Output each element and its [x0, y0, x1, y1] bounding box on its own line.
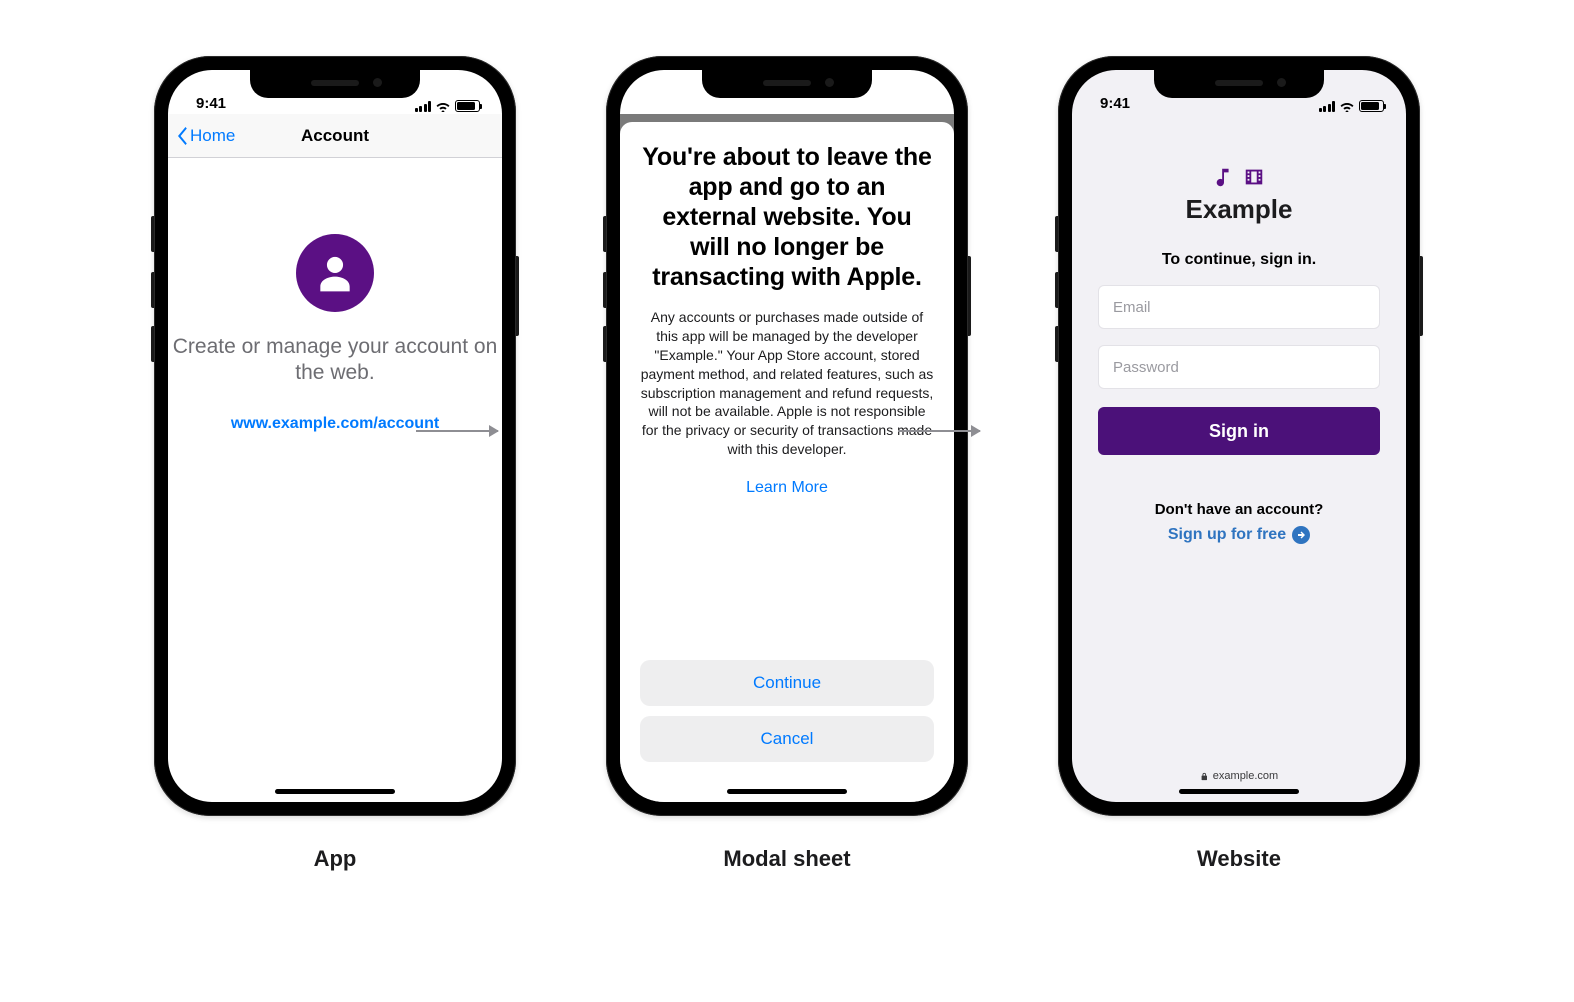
safari-url-bar[interactable]: example.com	[1200, 770, 1278, 782]
nav-title: Account	[301, 126, 369, 146]
back-button[interactable]: Home	[176, 114, 235, 157]
battery-icon	[907, 100, 932, 112]
account-link[interactable]: www.example.com/account	[231, 415, 439, 433]
phone-frame-website: 9:41 Example To continue, sign in. Email	[1058, 56, 1420, 816]
cellular-icon	[867, 101, 884, 112]
home-indicator[interactable]	[275, 789, 395, 794]
email-field[interactable]: Email	[1098, 285, 1380, 329]
continue-button[interactable]: Continue	[640, 660, 934, 706]
password-field[interactable]: Password	[1098, 345, 1380, 389]
phone-frame-modal: 9:41 You're about to leave the app and g…	[606, 56, 968, 816]
status-time: 9:41	[196, 95, 226, 112]
film-icon	[1243, 166, 1265, 188]
device-notch	[702, 70, 872, 98]
wifi-icon	[1339, 100, 1355, 112]
signup-link[interactable]: Sign up for free	[1168, 526, 1310, 544]
caption-modal: Modal sheet	[723, 846, 850, 872]
flow-arrow-icon	[898, 430, 980, 432]
wifi-icon	[887, 100, 903, 112]
brand-name: Example	[1186, 194, 1293, 225]
music-note-icon	[1213, 166, 1235, 188]
account-message: Create or manage your account on the web…	[168, 334, 502, 387]
battery-icon	[1359, 100, 1384, 112]
signin-button[interactable]: Sign in	[1098, 407, 1380, 455]
caption-app: App	[314, 846, 357, 872]
device-notch	[250, 70, 420, 98]
url-domain: example.com	[1213, 770, 1278, 782]
chevron-left-icon	[176, 126, 188, 146]
phone-frame-app: 9:41 Home Account	[154, 56, 516, 816]
no-account-label: Don't have an account?	[1155, 501, 1324, 518]
home-indicator[interactable]	[1179, 789, 1299, 794]
account-avatar-icon	[296, 234, 374, 312]
cancel-button[interactable]: Cancel	[640, 716, 934, 762]
home-indicator[interactable]	[727, 789, 847, 794]
brand-icons	[1213, 166, 1265, 188]
modal-sheet: You're about to leave the app and go to …	[620, 122, 954, 802]
back-label: Home	[190, 126, 235, 146]
cellular-icon	[415, 101, 432, 112]
flow-arrow-icon	[416, 430, 498, 432]
wifi-icon	[435, 100, 451, 112]
cellular-icon	[1319, 101, 1336, 112]
arrow-right-circle-icon	[1292, 526, 1310, 544]
modal-body: Any accounts or purchases made outside o…	[640, 308, 934, 459]
modal-title: You're about to leave the app and go to …	[640, 142, 934, 292]
navigation-bar: Home Account	[168, 114, 502, 158]
lock-icon	[1200, 772, 1209, 781]
battery-icon	[455, 100, 480, 112]
status-time: 9:41	[1100, 95, 1130, 112]
learn-more-link[interactable]: Learn More	[640, 479, 934, 497]
device-notch	[1154, 70, 1324, 98]
signin-subtitle: To continue, sign in.	[1162, 251, 1316, 269]
caption-website: Website	[1197, 846, 1281, 872]
status-time: 9:41	[648, 95, 678, 112]
